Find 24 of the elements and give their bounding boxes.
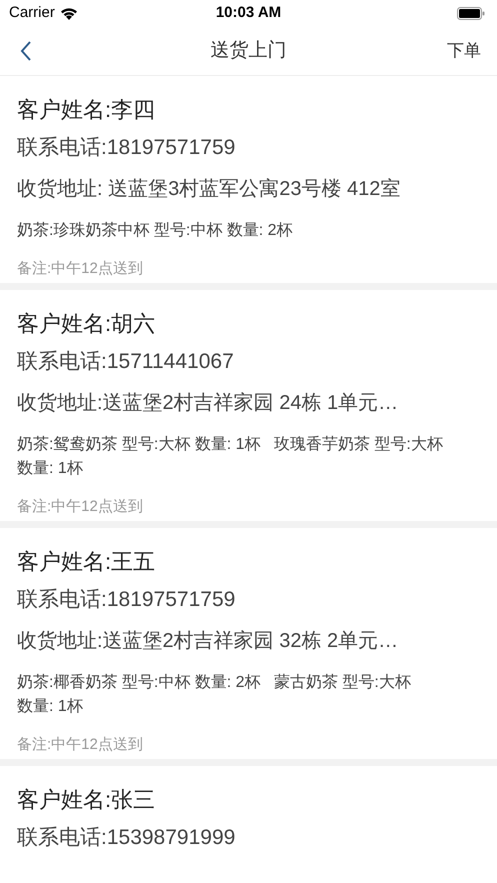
order-note: 备注:中午12点送到	[17, 258, 144, 279]
delivery-address: 收货地址:送蓝堡2村吉祥家园 32栋 2单元…	[17, 629, 400, 654]
phone-number: 联系电话:18197571759	[17, 135, 236, 162]
phone-number: 联系电话:18197571759	[17, 587, 236, 614]
page-title: 送货上门	[210, 38, 286, 63]
customer-name: 客户姓名:张三	[17, 786, 156, 814]
carrier-label: Carrier	[9, 3, 55, 24]
order-items: 奶茶:鸳鸯奶茶 型号:大杯 数量: 1杯 玫瑰香芋奶茶 型号:大杯 数量: 1杯	[17, 434, 443, 479]
wifi-icon	[60, 7, 78, 20]
delivery-address: 收货地址:送蓝堡2村吉祥家园 24栋 1单元…	[17, 391, 400, 416]
customer-name: 客户姓名:胡六	[17, 310, 156, 338]
order-items: 奶茶:椰香奶茶 型号:中杯 数量: 2杯 蒙古奶茶 型号:大杯 数量: 1杯	[17, 672, 411, 717]
battery-icon	[457, 7, 485, 20]
phone-number: 联系电话:15398791999	[17, 825, 236, 852]
delivery-address: 收货地址: 送蓝堡3村蓝军公寓23号楼 412室	[17, 177, 402, 202]
order-items: 奶茶:珍珠奶茶中杯 型号:中杯 数量: 2杯	[17, 220, 293, 241]
clock-time: 10:03 AM	[216, 3, 282, 24]
phone-number: 联系电话:15711441067	[17, 349, 235, 376]
order-note: 备注:中午12点送到	[17, 734, 144, 755]
back-icon[interactable]	[20, 41, 32, 61]
order-button[interactable]: 下单	[447, 38, 481, 64]
customer-name: 客户姓名:王五	[17, 548, 156, 576]
order-note: 备注:中午12点送到	[17, 496, 144, 517]
customer-name: 客户姓名:李四	[17, 96, 156, 124]
